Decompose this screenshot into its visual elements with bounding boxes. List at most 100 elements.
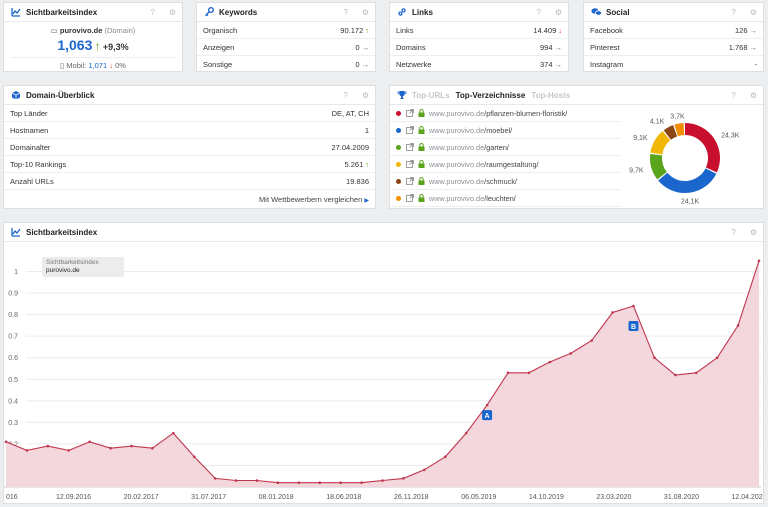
data-point[interactable] xyxy=(339,481,342,484)
keywords-card-header: Keywords ? ⚙ xyxy=(197,3,375,22)
color-dot xyxy=(396,195,401,201)
help-icon[interactable]: ? xyxy=(343,8,347,17)
help-icon[interactable]: ? xyxy=(731,91,735,100)
directory-item[interactable]: www.purovivo.de/moebel/ xyxy=(390,122,620,139)
settings-icon[interactable]: ⚙ xyxy=(362,91,369,100)
data-point[interactable] xyxy=(485,403,489,407)
donut-label: 24,3K xyxy=(721,133,740,140)
data-point[interactable] xyxy=(360,481,363,484)
links-row-links[interactable]: Links 14.409 ↓ xyxy=(390,22,568,39)
social-row-instagram[interactable]: Instagram - xyxy=(584,56,763,73)
donut-label: 9,7K xyxy=(629,168,644,175)
directory-item[interactable]: www.purovivo.de/pflanzen-blumen-floristi… xyxy=(390,105,620,122)
data-point[interactable] xyxy=(67,449,71,452)
external-link-icon[interactable] xyxy=(406,126,414,134)
data-point[interactable] xyxy=(318,481,322,484)
data-point[interactable] xyxy=(715,356,719,360)
directory-item[interactable]: www.purovivo.de/schmuck/ xyxy=(390,173,620,190)
data-point[interactable] xyxy=(255,479,259,482)
keyword-row-organic[interactable]: Organisch 90.172 ↑ xyxy=(197,22,375,39)
directory-item[interactable]: www.purovivo.de/garten/ xyxy=(390,139,620,156)
data-point[interactable] xyxy=(464,431,468,435)
external-link-icon[interactable] xyxy=(406,160,414,168)
external-link-icon[interactable] xyxy=(406,194,414,202)
data-point[interactable] xyxy=(443,455,447,459)
help-icon[interactable]: ? xyxy=(731,8,735,17)
data-point[interactable] xyxy=(88,440,91,444)
donut-slice[interactable] xyxy=(684,123,720,173)
donut-slice[interactable] xyxy=(650,131,671,155)
row-label: Sonstige xyxy=(203,60,233,69)
directory-host: www.purovivo.de xyxy=(429,125,485,135)
data-point[interactable] xyxy=(423,468,426,472)
settings-icon[interactable]: ⚙ xyxy=(750,91,757,100)
data-point[interactable] xyxy=(213,477,217,480)
data-point[interactable] xyxy=(130,444,133,448)
data-point[interactable] xyxy=(736,324,740,327)
settings-icon[interactable]: ⚙ xyxy=(555,8,562,17)
data-point[interactable] xyxy=(381,479,384,482)
help-icon[interactable]: ? xyxy=(343,91,347,100)
social-row-facebook[interactable]: Facebook 126 → xyxy=(584,22,763,39)
data-point[interactable] xyxy=(527,371,531,375)
lock-icon xyxy=(418,160,425,168)
keyword-row-other[interactable]: Sonstige 0 → xyxy=(197,56,375,73)
data-point[interactable] xyxy=(674,373,677,377)
link-icon xyxy=(396,6,408,18)
data-point[interactable] xyxy=(297,481,301,484)
data-point[interactable] xyxy=(46,444,50,448)
si-value: 1,063 xyxy=(57,37,93,53)
settings-icon[interactable]: ⚙ xyxy=(750,228,757,237)
data-point[interactable] xyxy=(611,311,614,314)
chart-icon xyxy=(10,6,22,18)
data-point[interactable] xyxy=(632,304,635,308)
data-point[interactable] xyxy=(276,481,280,484)
settings-icon[interactable]: ⚙ xyxy=(750,8,757,17)
data-point[interactable] xyxy=(192,455,196,459)
tab-top-urls[interactable]: Top-URLs xyxy=(412,91,450,100)
directory-path: /garten/ xyxy=(484,142,509,152)
data-point[interactable] xyxy=(172,431,175,435)
data-point[interactable] xyxy=(4,440,8,444)
data-point[interactable] xyxy=(569,352,573,355)
donut-slice[interactable] xyxy=(650,153,668,180)
settings-icon[interactable]: ⚙ xyxy=(362,8,369,17)
data-point[interactable] xyxy=(506,371,510,375)
compare-link[interactable]: Mit Wettbewerbern vergleichen xyxy=(259,195,362,204)
tab-top-hosts[interactable]: Top-Hosts xyxy=(531,91,570,100)
data-point[interactable] xyxy=(151,446,154,450)
social-row-pinterest[interactable]: Pinterest 1.768 → xyxy=(584,39,763,56)
external-link-icon[interactable] xyxy=(406,109,414,117)
links-row-domains[interactable]: Domains 994 → xyxy=(390,39,568,56)
data-point[interactable] xyxy=(653,356,656,360)
row-value: 1 xyxy=(364,125,369,135)
trophy-icon xyxy=(396,89,408,101)
visibility-chart[interactable]: 0.10.20.30.40.50.60.70.80.9101612.09.201… xyxy=(4,242,763,504)
data-point[interactable] xyxy=(25,449,29,452)
tab-top-directories[interactable]: Top-Verzeichnisse xyxy=(456,91,526,100)
data-point[interactable] xyxy=(109,446,112,450)
external-link-icon[interactable] xyxy=(406,177,414,185)
donut-slice[interactable] xyxy=(658,167,717,193)
overview-row-top10[interactable]: Top-10 Rankings 5.261 ↑ xyxy=(4,156,375,173)
directory-item[interactable]: www.purovivo.de/leuchten/ xyxy=(390,190,620,207)
data-point[interactable] xyxy=(548,360,552,364)
donut-slice[interactable] xyxy=(674,123,685,137)
settings-icon[interactable]: ⚙ xyxy=(169,8,176,17)
directory-item[interactable]: www.purovivo.de/raumgestaltung/ xyxy=(390,156,620,173)
data-point[interactable] xyxy=(757,259,761,263)
data-point[interactable] xyxy=(694,371,698,375)
keyword-row-ads[interactable]: Anzeigen 0 → xyxy=(197,39,375,56)
help-icon[interactable]: ? xyxy=(150,8,154,17)
help-icon[interactable]: ? xyxy=(731,228,735,237)
data-point[interactable] xyxy=(402,477,405,480)
help-icon[interactable]: ? xyxy=(536,8,540,17)
data-point[interactable] xyxy=(590,339,593,342)
si-mobile-line: ▯ Mobil: 1,071 ↓ 0% xyxy=(10,57,176,70)
donut-slice[interactable] xyxy=(663,125,678,140)
donut-label: 3,7K xyxy=(670,114,685,121)
data-point[interactable] xyxy=(234,479,238,482)
links-row-networks[interactable]: Netzwerke 374 → xyxy=(390,56,568,73)
row-value: DE, AT, CH xyxy=(331,108,369,118)
external-link-icon[interactable] xyxy=(406,143,414,151)
